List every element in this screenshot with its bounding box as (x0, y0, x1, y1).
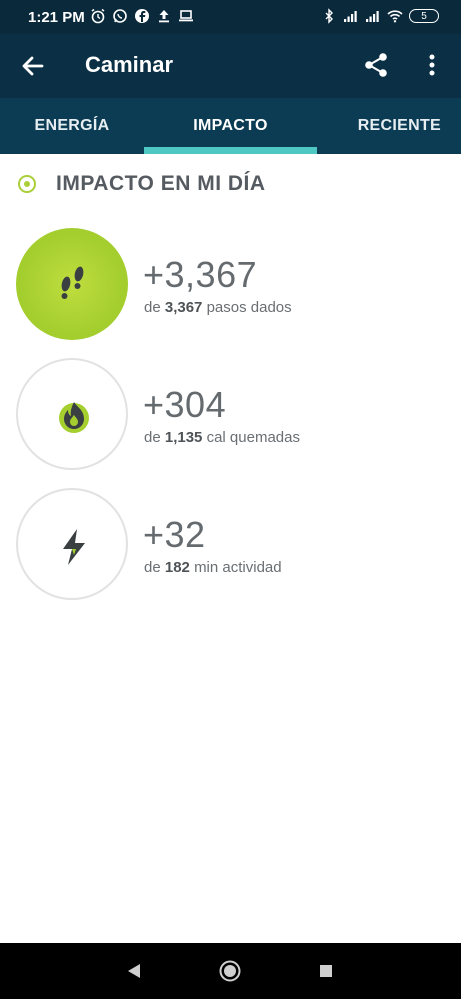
page-title: Caminar (85, 52, 174, 77)
status-time: 1:21 PM (28, 9, 85, 26)
metric-row-activity: +32 de 182 min actividad (16, 488, 446, 604)
share-icon[interactable] (362, 51, 390, 79)
tab-reciente[interactable]: RECIENTE (317, 98, 461, 154)
battery-icon: 5 (409, 9, 439, 23)
metric-row-steps: +3,367 de 3,367 pasos dados (16, 228, 446, 344)
metric-caption: de 182 min actividad (144, 559, 282, 576)
tab-bar: ENERGÍA IMPACTO RECIENTE (0, 98, 461, 154)
lightning-icon (63, 529, 85, 565)
metric-total: 3,367 (164, 299, 203, 316)
signal-icon (366, 11, 379, 22)
upload-icon (159, 10, 169, 23)
metric-value: +304 (143, 384, 227, 425)
arrow-left-icon[interactable] (18, 51, 48, 81)
metric-value: +3,367 (143, 254, 258, 295)
target-icon (18, 175, 36, 193)
bluetooth-icon (325, 8, 333, 24)
flame-icon (59, 402, 89, 433)
home-circle-icon[interactable] (218, 959, 242, 983)
metric-unit: min actividad (194, 559, 282, 576)
status-icons-right: 5 (321, 8, 439, 24)
app-bar: Caminar (0, 34, 461, 98)
metric-caption: de 1,135 cal quemadas (144, 429, 300, 446)
metric-unit: pasos dados (206, 299, 292, 316)
whatsapp-icon (113, 9, 127, 23)
facebook-icon (135, 9, 149, 23)
metric-circle (16, 488, 128, 600)
metric-value: +32 (143, 514, 206, 555)
metric-unit: cal quemadas (206, 429, 300, 446)
metric-total: 182 (164, 559, 190, 576)
metric-circle (16, 358, 128, 470)
wifi-icon (387, 10, 403, 23)
metric-row-calories: +304 de 1,135 cal quemadas (16, 358, 446, 474)
section-header: IMPACTO EN MI DÍA (18, 172, 266, 196)
metric-prefix: de (144, 299, 161, 316)
metric-prefix: de (144, 429, 161, 446)
metric-caption: de 3,367 pasos dados (144, 299, 292, 316)
system-nav-bar (0, 943, 461, 999)
metric-prefix: de (144, 559, 161, 576)
status-icons-left (90, 8, 194, 24)
laptop-icon (179, 10, 193, 22)
signal-icon (344, 11, 357, 22)
back-triangle-icon[interactable] (122, 959, 146, 983)
battery-level: 5 (421, 10, 427, 22)
more-vert-icon[interactable] (420, 51, 444, 79)
metric-circle (16, 228, 128, 340)
section-title: IMPACTO EN MI DÍA (56, 172, 266, 195)
metric-total: 1,135 (164, 429, 203, 446)
footprints-icon (61, 266, 84, 299)
recents-square-icon[interactable] (314, 959, 338, 983)
status-bar: 1:21 PM 5 (0, 0, 461, 34)
tab-impacto[interactable]: IMPACTO (144, 98, 317, 154)
tab-energia[interactable]: ENERGÍA (0, 98, 144, 154)
tab-indicator (144, 147, 317, 154)
alarm-icon (91, 8, 105, 24)
